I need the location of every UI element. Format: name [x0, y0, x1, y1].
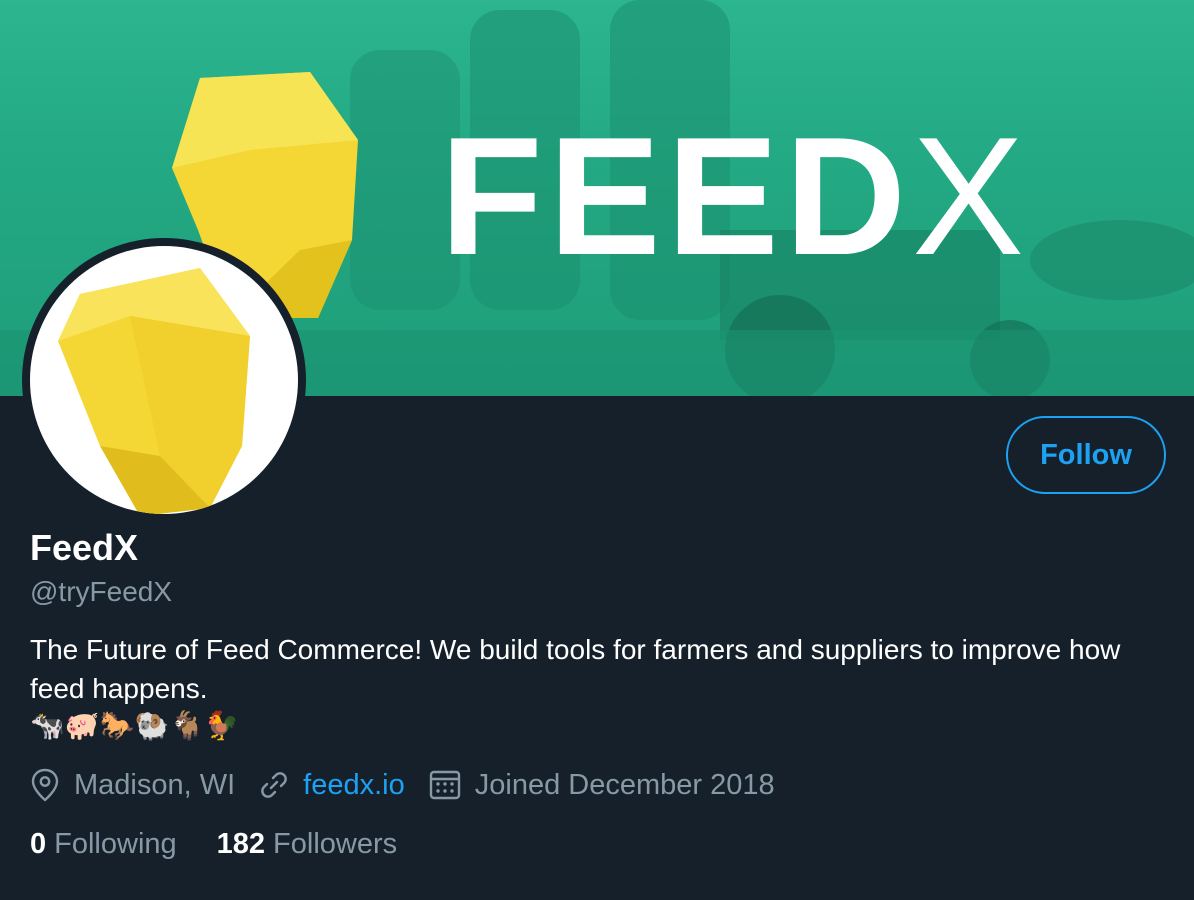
location-pin-icon [31, 768, 59, 802]
location-item: Madison, WI [30, 768, 235, 802]
profile-avatar[interactable] [22, 238, 306, 522]
followers-stat[interactable]: 182 Followers [217, 828, 397, 861]
bio-animal-emojis: 🐄🐖🐎🐏🐐🐓 [30, 709, 240, 742]
follow-button[interactable]: Follow [1006, 416, 1166, 494]
following-stat[interactable]: 0 Following [30, 828, 177, 861]
location-text: Madison, WI [74, 768, 236, 801]
following-count: 0 [30, 827, 47, 860]
website-link[interactable]: feedx.io [303, 769, 405, 802]
followers-label: Followers [273, 827, 398, 860]
joined-text: Joined December 2018 [474, 768, 775, 801]
profile-bio: The Future of Feed Commerce! We build to… [30, 634, 1121, 704]
display-name: FeedX [30, 527, 139, 568]
calendar-icon [429, 770, 460, 800]
following-label: Following [54, 827, 177, 860]
profile-meta: Madison, WI feedx.io Joined December 201… [30, 762, 799, 808]
follow-stats: 0 Following 182 Followers [30, 824, 437, 864]
followers-count: 182 [216, 827, 266, 860]
user-handle: @tryFeedX [30, 576, 173, 607]
banner-brand-text: FEEDX [440, 102, 1031, 290]
lantern-logo-icon [58, 268, 250, 514]
joined-item: Joined December 2018 [429, 769, 775, 802]
website-item[interactable]: feedx.io [259, 769, 405, 802]
link-icon [261, 772, 288, 798]
